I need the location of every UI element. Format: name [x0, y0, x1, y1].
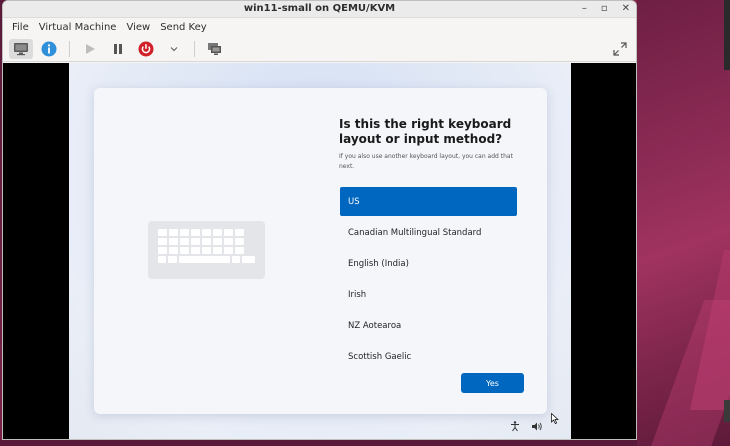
menu-file[interactable]: File	[7, 22, 34, 33]
desktop-background	[637, 0, 730, 446]
layout-option-english-india[interactable]: English (India)	[340, 249, 517, 278]
yes-button[interactable]: Yes	[461, 373, 524, 393]
power-icon	[138, 41, 154, 57]
menu-send-key[interactable]: Send Key	[155, 22, 212, 33]
page-subtitle: If you also use another keyboard layout,…	[339, 153, 513, 170]
toolbar-separator	[69, 41, 70, 57]
accessibility-icon[interactable]	[510, 421, 520, 432]
info-icon	[41, 41, 57, 57]
layout-option-nz-aotearoa[interactable]: NZ Aotearoa	[340, 311, 517, 340]
window-title: win11-small on QEMU/KVM	[243, 3, 396, 14]
close-button[interactable]: ✕	[622, 2, 630, 16]
minimize-button[interactable]: –	[582, 2, 587, 16]
run-button[interactable]	[78, 39, 102, 59]
desktop-bottom	[0, 440, 637, 446]
volume-icon[interactable]	[531, 421, 543, 432]
page-title: Is this the right keyboard layout or inp…	[339, 117, 512, 146]
desktop-panel-edge	[724, 0, 730, 70]
maximize-button[interactable]: ▫	[601, 2, 608, 16]
guest-screen: Is this the right keyboard layout or inp…	[69, 63, 571, 439]
screenshot-icon	[208, 43, 221, 55]
title-bar[interactable]: win11-small on QEMU/KVM – ▫ ✕	[3, 1, 636, 18]
menu-bar: File Virtual Machine View Send Key	[3, 18, 636, 37]
shutdown-menu-button[interactable]	[162, 39, 186, 59]
layout-option-canadian-multilingual[interactable]: Canadian Multilingual Standard	[340, 218, 517, 247]
mouse-cursor-icon	[551, 413, 559, 424]
fullscreen-button[interactable]	[612, 41, 628, 61]
snapshots-button[interactable]	[203, 39, 227, 59]
vm-window: win11-small on QEMU/KVM – ▫ ✕ File Virtu…	[2, 0, 637, 440]
oobe-dialog: Is this the right keyboard layout or inp…	[94, 88, 547, 414]
monitor-icon	[14, 43, 28, 56]
show-details-button[interactable]	[37, 39, 61, 59]
pause-button[interactable]	[106, 39, 130, 59]
chevron-down-icon	[170, 47, 178, 52]
layout-option-us[interactable]: US	[340, 187, 517, 216]
pause-icon	[114, 44, 122, 54]
menu-view[interactable]: View	[121, 22, 155, 33]
vm-display[interactable]: Is this the right keyboard layout or inp…	[3, 63, 636, 439]
toolbar-separator	[194, 41, 195, 57]
play-icon	[86, 44, 95, 54]
layout-option-irish[interactable]: Irish	[340, 280, 517, 309]
show-console-button[interactable]	[9, 39, 33, 59]
fullscreen-icon	[613, 42, 627, 56]
keyboard-illustration-icon	[148, 221, 265, 279]
menu-virtual-machine[interactable]: Virtual Machine	[34, 22, 122, 33]
toolbar	[3, 37, 636, 62]
shutdown-button[interactable]	[134, 39, 158, 59]
desktop-panel-edge	[724, 400, 730, 422]
layout-option-scottish-gaelic[interactable]: Scottish Gaelic	[340, 342, 517, 360]
keyboard-layout-list[interactable]: US Canadian Multilingual Standard Englis…	[340, 187, 517, 359]
